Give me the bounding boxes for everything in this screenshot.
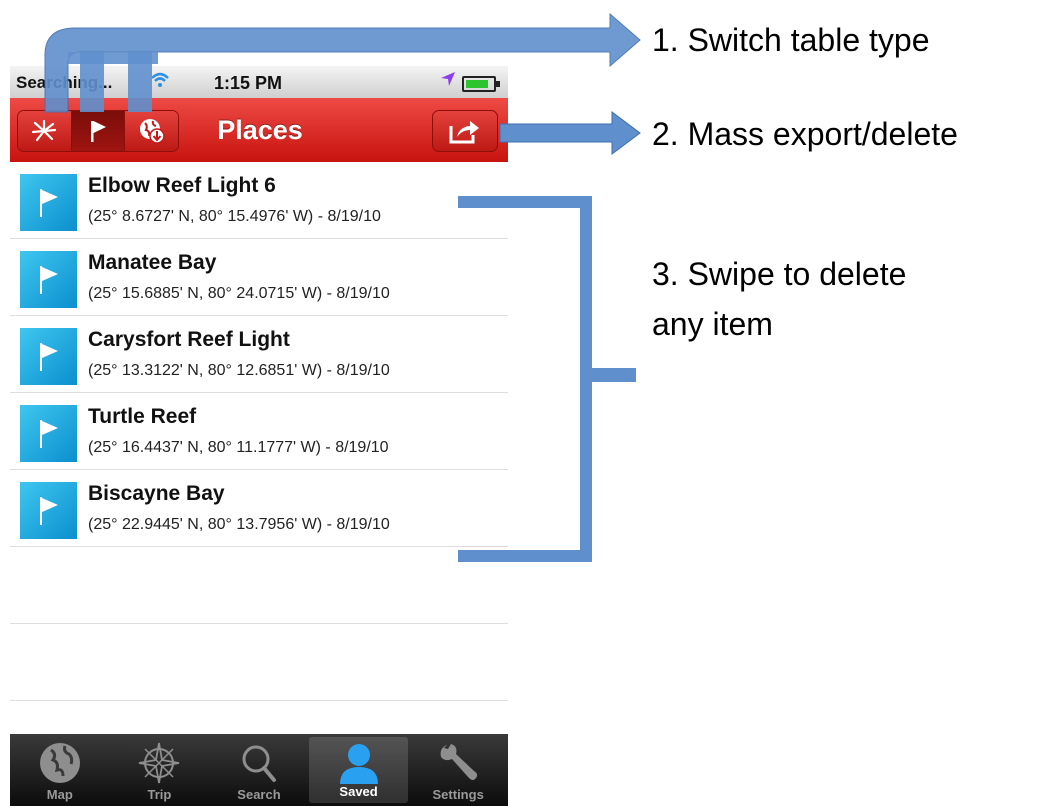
annotation-swipe-line1: 3. Swipe to delete xyxy=(652,256,907,292)
swipe-bracket xyxy=(458,196,636,562)
arrow-stem-bar xyxy=(68,52,158,64)
annotation-swipe-line2: any item xyxy=(652,306,773,342)
export-callout-arrow xyxy=(499,111,641,155)
annotation-switch-table: 1. Switch table type xyxy=(652,22,930,58)
annotation-mass-export: 2. Mass export/delete xyxy=(652,116,958,152)
